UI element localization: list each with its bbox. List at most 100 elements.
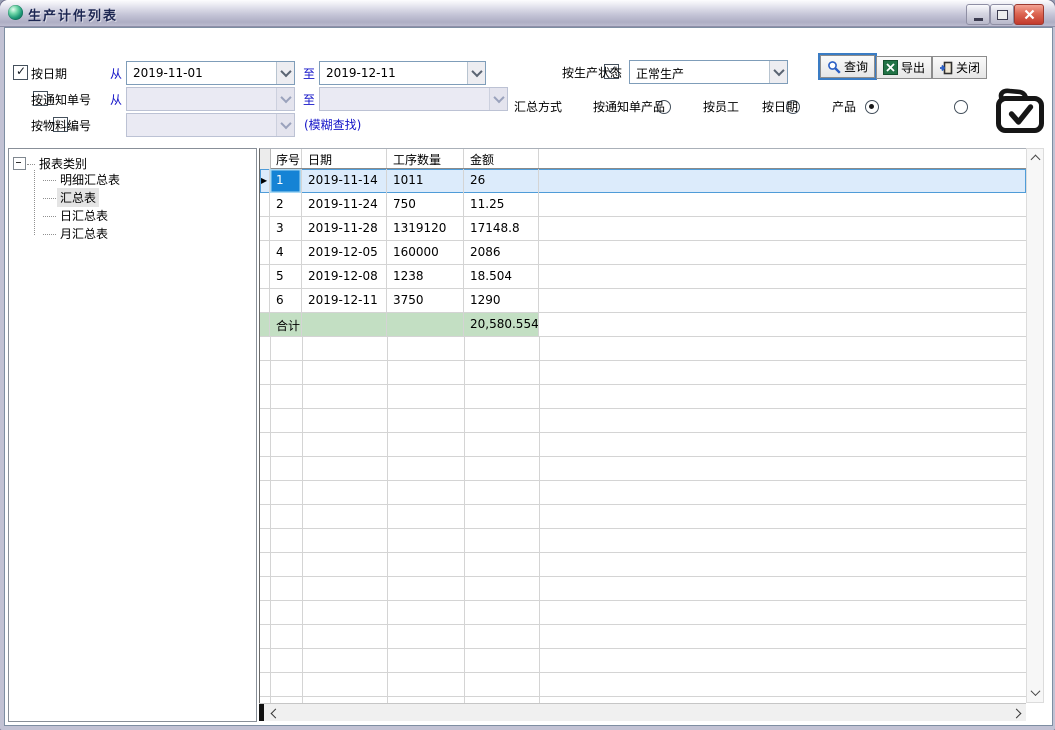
tree-item-detail-summary[interactable]: 明细汇总表 <box>42 171 123 188</box>
cell-amount[interactable]: 17148.8 <box>464 217 539 241</box>
app-icon <box>8 5 23 20</box>
total-amount-cell: 20,580.554 <box>464 313 539 337</box>
status-combobox[interactable]: 正常生产 <box>629 60 788 84</box>
date-to-combobox[interactable]: 2019-12-11 <box>319 61 486 85</box>
cell-date[interactable]: 2019-11-14 <box>302 169 387 193</box>
tree-item-label[interactable]: 日汇总表 <box>57 206 111 225</box>
radio-by-date[interactable] <box>865 100 879 114</box>
minimize-icon <box>974 18 983 21</box>
cell-amount[interactable]: 1290 <box>464 289 539 313</box>
scroll-left-icon[interactable] <box>267 705 283 721</box>
cell-seq[interactable]: 5 <box>270 265 302 289</box>
grid-header-row: 序号 日期 工序数量 金额 <box>260 149 1026 169</box>
window-title: 生产计件列表 <box>28 5 118 24</box>
grid-row[interactable]: 2 2019-11-24 750 11.25 <box>260 193 1026 217</box>
query-button[interactable]: 查询 <box>820 55 875 78</box>
cell-seq[interactable]: 1 <box>270 169 302 193</box>
cell-filler <box>539 169 1026 193</box>
cell-date[interactable]: 2019-11-24 <box>302 193 387 217</box>
summary-mode-label: 汇总方式 <box>514 98 562 115</box>
cell-date[interactable]: 2019-12-05 <box>302 241 387 265</box>
material-combobox[interactable] <box>126 113 295 137</box>
radio-by-product[interactable] <box>954 100 968 114</box>
collapse-icon[interactable] <box>13 157 26 170</box>
tree-connector <box>43 233 56 235</box>
tree-item-label[interactable]: 汇总表 <box>57 188 99 207</box>
cell-amount[interactable]: 18.504 <box>464 265 539 289</box>
tree-item-summary[interactable]: 汇总表 <box>42 189 99 206</box>
tree-item-label[interactable]: 明细汇总表 <box>57 170 123 189</box>
row-indicator <box>260 289 270 313</box>
notice-from-combobox[interactable] <box>126 87 295 111</box>
grid-row[interactable]: 6 2019-12-11 3750 1290 <box>260 289 1026 313</box>
cell-qty[interactable]: 160000 <box>387 241 464 265</box>
grid-gridline <box>464 337 465 703</box>
chevron-down-icon <box>489 88 507 110</box>
scroll-right-icon[interactable] <box>1008 705 1024 721</box>
cell-qty[interactable]: 1238 <box>387 265 464 289</box>
by-material-label: 按物料编号 <box>31 117 91 134</box>
grid-row[interactable]: 3 2019-11-28 1319120 17148.8 <box>260 217 1026 241</box>
grid-gridline <box>387 337 388 703</box>
total-empty-cell <box>387 313 464 337</box>
maximize-button[interactable] <box>990 4 1014 25</box>
chevron-down-icon <box>276 114 294 136</box>
grid-row-selected[interactable]: ▶ 1 2019-11-14 1011 26 <box>260 169 1026 193</box>
radio-by-product-label[interactable]: 产品 <box>832 98 856 115</box>
cell-date[interactable]: 2019-12-11 <box>302 289 387 313</box>
export-button[interactable]: 导出 <box>876 56 932 79</box>
horizontal-scrollbar[interactable] <box>259 703 1026 721</box>
scroll-down-icon[interactable] <box>1027 684 1043 700</box>
radio-by-date-label[interactable]: 按日期 <box>762 98 798 115</box>
tree-item-label[interactable]: 月汇总表 <box>57 224 111 243</box>
cell-filler <box>539 241 1026 265</box>
excel-icon <box>883 60 898 75</box>
cell-seq[interactable]: 6 <box>270 289 302 313</box>
close-window-button[interactable]: 关闭 <box>932 56 987 79</box>
chevron-down-icon[interactable] <box>276 62 294 84</box>
column-header-date[interactable]: 日期 <box>302 149 387 168</box>
date-from-combobox[interactable]: 2019-11-01 <box>126 61 295 85</box>
close-button-label: 关闭 <box>956 59 980 76</box>
radio-by-notice-product-label[interactable]: 按通知单产品 <box>593 98 665 115</box>
column-header-qty[interactable]: 工序数量 <box>387 149 464 168</box>
from-label-date: 从 <box>110 65 122 82</box>
cell-qty[interactable]: 1319120 <box>387 217 464 241</box>
report-type-tree: 报表类别 明细汇总表 汇总表 日汇总表 月汇总表 <box>8 148 257 722</box>
column-header-seq[interactable]: 序号 <box>270 149 302 168</box>
scrollbar-thumb[interactable] <box>259 704 264 721</box>
to-label-notice: 至 <box>303 91 315 108</box>
row-indicator <box>260 217 270 241</box>
cell-qty[interactable]: 750 <box>387 193 464 217</box>
tree-item-daily-summary[interactable]: 日汇总表 <box>42 207 111 224</box>
cell-amount[interactable]: 11.25 <box>464 193 539 217</box>
vertical-scrollbar[interactable] <box>1026 148 1044 703</box>
cell-seq[interactable]: 4 <box>270 241 302 265</box>
column-header-filler <box>539 149 1026 168</box>
cell-date[interactable]: 2019-11-28 <box>302 217 387 241</box>
title-bar: 生产计件列表 <box>0 0 1055 27</box>
cell-filler <box>539 265 1026 289</box>
cell-amount[interactable]: 2086 <box>464 241 539 265</box>
row-indicator-icon: ▶ <box>260 169 270 193</box>
scroll-up-icon[interactable] <box>1027 151 1043 167</box>
cell-date[interactable]: 2019-12-08 <box>302 265 387 289</box>
close-button[interactable] <box>1014 4 1044 25</box>
minimize-button[interactable] <box>966 4 990 25</box>
radio-by-employee-label[interactable]: 按员工 <box>703 98 739 115</box>
cell-qty[interactable]: 3750 <box>387 289 464 313</box>
cell-amount[interactable]: 26 <box>464 169 539 193</box>
tree-item-monthly-summary[interactable]: 月汇总表 <box>42 225 111 242</box>
notice-to-combobox[interactable] <box>319 87 508 111</box>
cell-seq[interactable]: 3 <box>270 217 302 241</box>
column-header-amount[interactable]: 金额 <box>464 149 539 168</box>
cell-qty[interactable]: 1011 <box>387 169 464 193</box>
by-date-checkbox[interactable]: ✓ <box>13 65 28 80</box>
grid-row[interactable]: 4 2019-12-05 160000 2086 <box>260 241 1026 265</box>
exit-door-icon <box>939 61 953 75</box>
grid-row[interactable]: 5 2019-12-08 1238 18.504 <box>260 265 1026 289</box>
search-icon <box>827 60 841 74</box>
chevron-down-icon[interactable] <box>467 62 485 84</box>
chevron-down-icon[interactable] <box>769 61 787 83</box>
cell-seq[interactable]: 2 <box>270 193 302 217</box>
